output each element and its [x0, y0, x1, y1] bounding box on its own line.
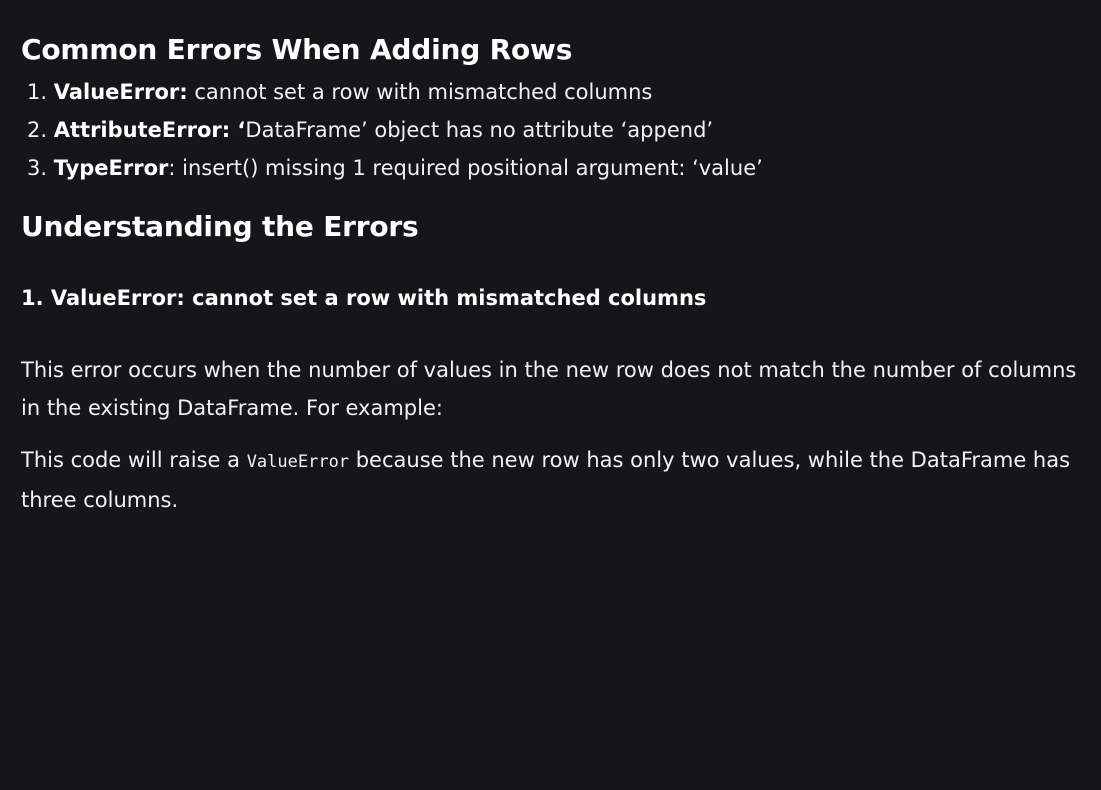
list-item-number: 3.	[27, 156, 48, 180]
inline-code: ValueError	[246, 452, 350, 472]
error-list-container: 1. ValueError: cannot set a row with mis…	[21, 73, 1080, 187]
paragraph-error-explanation: This error occurs when the number of val…	[21, 358, 1077, 420]
subheading-value-error: 1. ValueError: cannot set a row with mis…	[21, 286, 707, 310]
error-type-label: AttributeError: ‘	[53, 118, 246, 142]
paragraph-code-explanation: This code will raise a ValueError becaus…	[21, 441, 1080, 519]
error-type-label: TypeError	[53, 156, 169, 180]
list-item: 1. ValueError: cannot set a row with mis…	[21, 73, 1080, 111]
error-list: 1. ValueError: cannot set a row with mis…	[21, 73, 1080, 187]
list-item-number: 1.	[27, 80, 48, 104]
paragraph-text-before: This code will raise a	[21, 448, 247, 472]
error-type-label: ValueError:	[53, 80, 188, 104]
error-description: : insert() missing 1 required positional…	[168, 156, 763, 180]
section-heading-common-errors: Common Errors When Adding Rows	[21, 33, 573, 66]
list-item-number: 2.	[27, 118, 48, 142]
list-item: 2. AttributeError: ‘DataFrame’ object ha…	[21, 111, 1080, 149]
article-content: Common Errors When Adding Rows 1. ValueE…	[0, 0, 1101, 519]
error-description: DataFrame’ object has no attribute ‘appe…	[245, 118, 714, 142]
error-description: cannot set a row with mismatched columns	[187, 80, 653, 104]
list-item: 3. TypeError: insert() missing 1 require…	[21, 149, 1080, 187]
section-heading-understanding-errors: Understanding the Errors	[21, 210, 419, 243]
